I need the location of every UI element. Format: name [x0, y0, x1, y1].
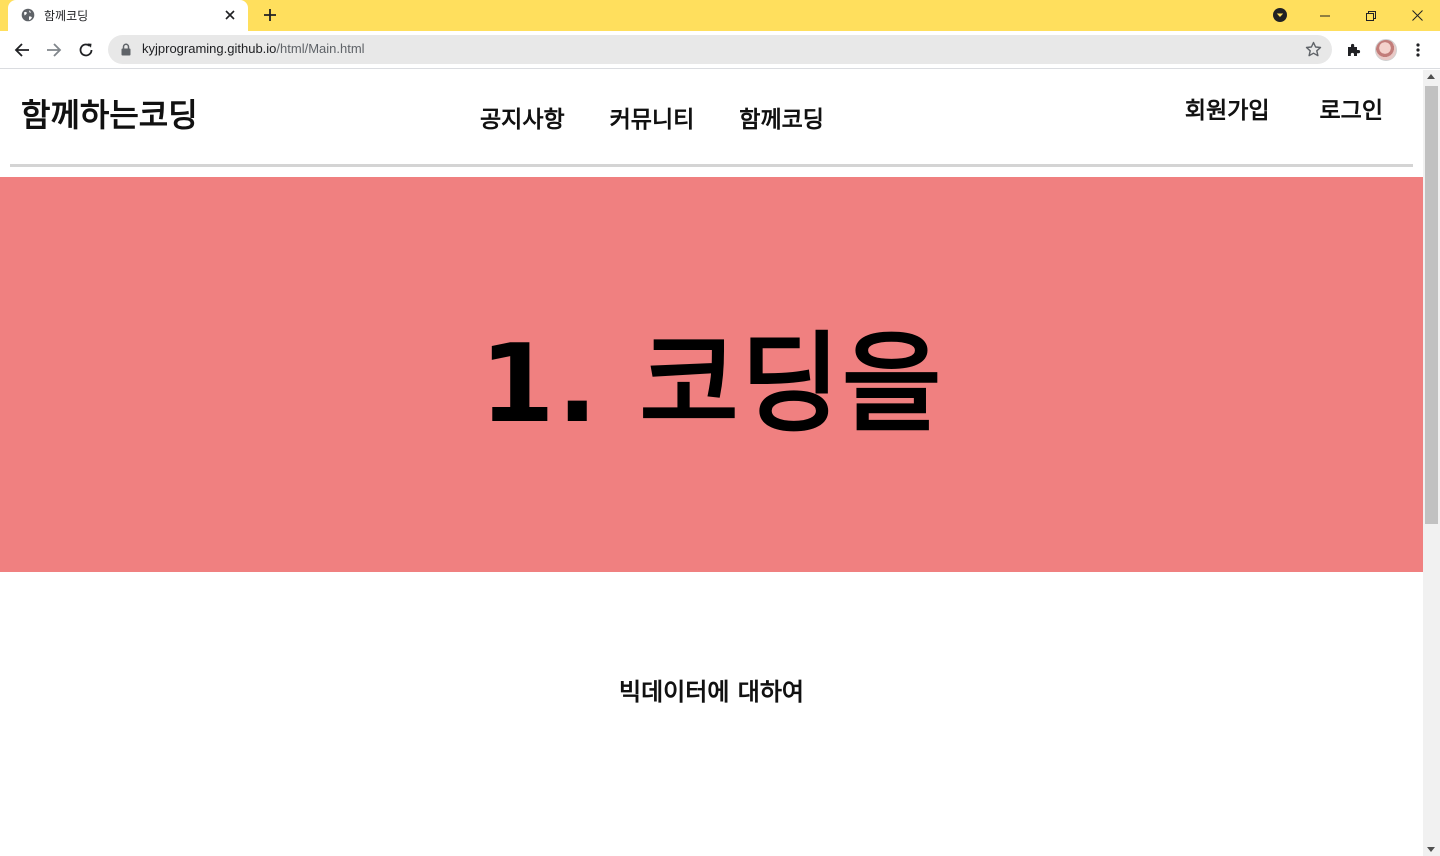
- reload-icon: [79, 43, 93, 57]
- tab-strip: 함께코딩: [0, 0, 1440, 31]
- url-path: /html/Main.html: [276, 41, 365, 56]
- globe-icon: [21, 8, 35, 22]
- url-host: kyjprograming.github.io: [142, 41, 277, 56]
- arrow-left-icon: [14, 43, 29, 57]
- menu-button[interactable]: [1404, 37, 1432, 63]
- tab-close-icon[interactable]: [222, 7, 238, 23]
- lock-icon: [121, 43, 131, 56]
- site-logo[interactable]: 함께하는코딩: [21, 90, 198, 136]
- hero-title: 1. 코딩을: [479, 321, 944, 447]
- tab-search-icon[interactable]: [1272, 7, 1288, 23]
- browser-toolbar: kyjprograming.github.io/html/Main.html: [0, 31, 1440, 69]
- forward-button[interactable]: [40, 37, 68, 63]
- minimize-icon: [1320, 15, 1330, 16]
- restore-icon: [1366, 10, 1376, 21]
- restore-button[interactable]: [1348, 0, 1394, 31]
- nav-item-notice[interactable]: 공지사항: [480, 100, 565, 134]
- browser-tab[interactable]: 함께코딩: [8, 0, 248, 31]
- scroll-up-arrow-icon[interactable]: [1427, 74, 1435, 79]
- header-divider: [10, 164, 1413, 167]
- new-tab-button[interactable]: [258, 5, 282, 25]
- bookmark-star-icon[interactable]: [1305, 41, 1322, 58]
- url-text: kyjprograming.github.io/html/Main.html: [142, 41, 365, 56]
- extensions-button[interactable]: [1340, 37, 1368, 63]
- tab-title: 함께코딩: [44, 9, 89, 23]
- main-nav: 공지사항 커뮤니티 함께코딩: [480, 100, 869, 134]
- vertical-scrollbar[interactable]: [1423, 70, 1440, 856]
- back-button[interactable]: [8, 37, 36, 63]
- nav-item-community[interactable]: 커뮤니티: [610, 100, 695, 134]
- puzzle-icon: [1348, 43, 1361, 56]
- scroll-down-arrow-icon[interactable]: [1427, 847, 1435, 852]
- signup-link[interactable]: 회원가입: [1185, 91, 1270, 125]
- profile-avatar[interactable]: [1375, 39, 1397, 61]
- login-link[interactable]: 로그인: [1320, 91, 1383, 125]
- close-icon: [1411, 10, 1423, 21]
- reload-button[interactable]: [72, 37, 100, 63]
- nav-item-coding-together[interactable]: 함께코딩: [739, 100, 824, 134]
- plus-icon: [264, 9, 276, 21]
- address-bar[interactable]: kyjprograming.github.io/html/Main.html: [108, 35, 1332, 64]
- close-window-button[interactable]: [1394, 0, 1440, 31]
- auth-nav: 회원가입 로그인: [1135, 91, 1383, 125]
- page-viewport: 함께하는코딩 공지사항 커뮤니티 함께코딩 회원가입 로그인 1. 코딩을 빅데…: [0, 70, 1423, 856]
- minimize-button[interactable]: [1302, 0, 1348, 31]
- arrow-right-icon: [47, 43, 62, 57]
- scroll-thumb[interactable]: [1425, 86, 1438, 524]
- section-title: 빅데이터에 대하여: [619, 678, 804, 706]
- kebab-menu-icon: [1416, 43, 1420, 57]
- hero-banner: 1. 코딩을: [0, 177, 1423, 572]
